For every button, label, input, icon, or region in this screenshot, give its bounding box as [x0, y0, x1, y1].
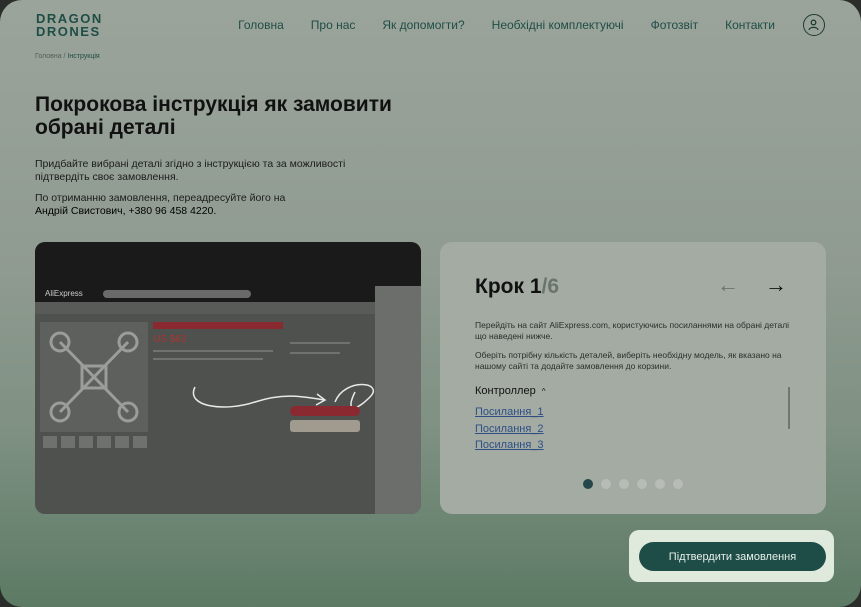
screenshot-brand: AliExpress [45, 289, 83, 298]
thumbnail [61, 436, 75, 448]
breadcrumb-home[interactable]: Головна / [35, 53, 66, 60]
contact-info: Андрій Свистович, +380 96 458 4220. [35, 205, 217, 217]
step-description-2: Оберіть потрібну кількість деталей, вибе… [475, 350, 782, 371]
nav-report[interactable]: Фотозвіт [651, 18, 698, 32]
screenshot-buy-button [290, 420, 360, 432]
step-description-1: Перейдіть на сайт AliExpress.com, корист… [475, 320, 790, 341]
step-current: Крок 1 [475, 275, 542, 298]
nav-components[interactable]: Необхідні комплектуючі [492, 18, 624, 32]
screenshot-search [103, 290, 251, 298]
next-arrow-icon[interactable]: → [765, 274, 787, 296]
forward-label: По отриманню замовлення, переадресуйте й… [35, 192, 286, 204]
thumbnail [97, 436, 111, 448]
nav-help[interactable]: Як допомогти? [382, 18, 464, 32]
thumbnail [133, 436, 147, 448]
confirm-order-button[interactable]: Підтвердити замовлення [639, 542, 826, 571]
screenshot-sidebar [375, 286, 421, 514]
instruction-screenshot: AliExpress US $63 [35, 242, 421, 514]
breadcrumb-current: Інструкція [67, 53, 100, 60]
intro-text: Придбайте вибрані деталі згідно з інстру… [35, 158, 346, 183]
confirm-highlight: Підтвердити замовлення [629, 530, 834, 582]
screenshot-product-image [40, 322, 148, 432]
link-1[interactable]: Посилання_1 [475, 406, 544, 418]
screenshot-price: US $63 [153, 334, 187, 345]
pager-dot[interactable] [673, 479, 683, 489]
thumbnail [43, 436, 57, 448]
screenshot-text-line [153, 358, 263, 360]
section-toggle[interactable]: Контроллер ^ [475, 385, 545, 397]
screenshot-subnav [35, 302, 375, 314]
user-icon[interactable] [803, 14, 825, 36]
page-title: Покрокова інструкція як замовити обрані … [35, 93, 392, 139]
nav-home[interactable]: Головна [238, 18, 284, 32]
link-3[interactable]: Посилання_3 [475, 439, 544, 451]
screenshot-thumbnails [43, 436, 147, 448]
pager-dot[interactable] [655, 479, 665, 489]
pager-dot[interactable] [637, 479, 647, 489]
screenshot-text-line [153, 350, 273, 352]
nav-about[interactable]: Про нас [311, 18, 356, 32]
breadcrumb: Головна / Інструкція [35, 53, 100, 60]
link-2[interactable]: Посилання_2 [475, 423, 544, 435]
forward-text: По отриманню замовлення, переадресуйте й… [35, 192, 375, 218]
pager-dot[interactable] [583, 479, 593, 489]
drone-frame-icon [49, 331, 139, 423]
pager-dot[interactable] [601, 479, 611, 489]
chevron-up-icon: ^ [541, 387, 546, 396]
user-icon-glyph [808, 19, 819, 31]
screenshot-text-line [290, 352, 340, 354]
logo[interactable]: DRAGON DRONES [36, 12, 103, 38]
section-title: Контроллер [475, 385, 536, 397]
header: DRAGON DRONES Головна Про нас Як допомог… [0, 0, 861, 52]
nav-contacts[interactable]: Контакти [725, 18, 775, 32]
scrollbar[interactable] [788, 387, 790, 429]
step-counter: Крок 1/6 [475, 275, 559, 299]
prev-arrow-icon[interactable]: ← [717, 274, 739, 296]
step-pager [583, 479, 683, 489]
step-total: /6 [541, 275, 560, 298]
thumbnail [115, 436, 129, 448]
screenshot-cart-button [290, 406, 360, 416]
screenshot-text-line [290, 342, 350, 344]
main-nav: Головна Про нас Як допомогти? Необхідні … [238, 18, 775, 32]
screenshot-sale-bar [153, 322, 283, 329]
thumbnail [79, 436, 93, 448]
page: DRAGON DRONES Головна Про нас Як допомог… [0, 0, 861, 607]
step-card: Крок 1/6 ← → Перейдіть на сайт AliExpres… [440, 242, 826, 514]
pager-dot[interactable] [619, 479, 629, 489]
logo-line-2: DRONES [36, 24, 101, 39]
